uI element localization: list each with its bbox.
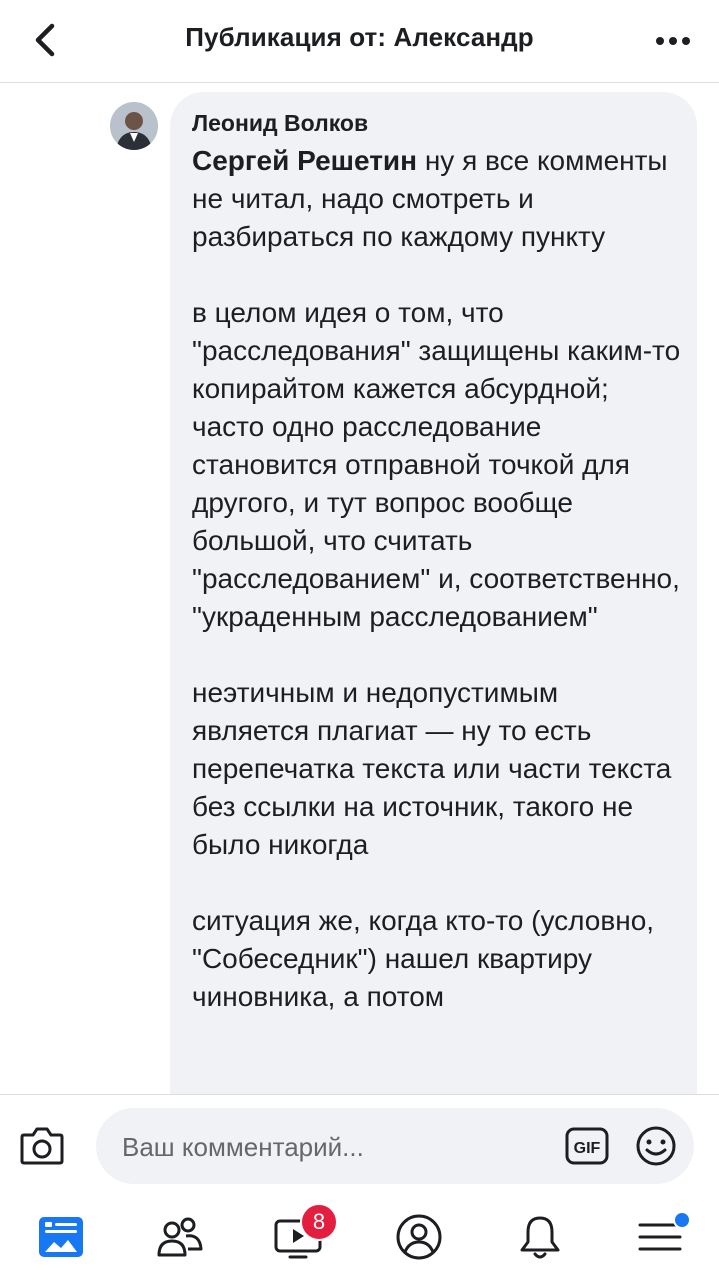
comment-paragraph: ситуация же, когда кто-то (условно, "Соб… — [192, 905, 655, 1012]
smiley-icon — [636, 1126, 676, 1166]
camera-icon — [20, 1127, 64, 1165]
emoji-button[interactable] — [634, 1124, 678, 1168]
avatar[interactable] — [110, 102, 158, 150]
gif-label: GIF — [574, 1140, 601, 1157]
nav-notifications[interactable] — [512, 1209, 568, 1265]
news-feed-icon — [39, 1217, 83, 1257]
comment-text: Сергей Решетин ну я все комменты не чита… — [192, 142, 682, 1054]
bottom-navigation: 8 — [0, 1195, 719, 1280]
camera-button[interactable] — [18, 1123, 66, 1167]
more-options-button[interactable] — [651, 26, 695, 56]
comment-paragraph: Сергей Решетин ну я все комменты не чита… — [192, 142, 682, 256]
gif-button[interactable]: GIF — [564, 1124, 610, 1168]
gif-icon: GIF — [565, 1127, 609, 1165]
comment-composer: GIF — [0, 1094, 719, 1196]
mention-link[interactable]: Сергей Решетин — [192, 145, 417, 176]
chevron-left-icon — [35, 23, 55, 57]
back-button[interactable] — [26, 18, 66, 62]
friends-icon — [157, 1217, 203, 1257]
nav-news-feed[interactable] — [33, 1209, 89, 1265]
nav-friends[interactable] — [152, 1209, 208, 1265]
comment-input-wrapper: GIF — [96, 1108, 694, 1184]
comment-bubble: Леонид Волков Сергей Решетин ну я все ко… — [170, 92, 697, 1192]
profile-icon — [396, 1214, 442, 1260]
page-title: Публикация от: Александр — [185, 22, 534, 52]
more-horizontal-icon — [656, 37, 690, 45]
comment-author[interactable]: Леонид Волков — [192, 110, 368, 137]
comment-paragraph: неэтичным и недопустимым является плагиа… — [192, 677, 672, 860]
top-bar: Публикация от: Александр — [0, 0, 719, 83]
bell-icon — [520, 1216, 560, 1259]
notification-badge: 8 — [300, 1203, 338, 1241]
comment-input[interactable] — [120, 1126, 544, 1168]
nav-profile[interactable] — [391, 1209, 447, 1265]
comment-paragraph: в целом идея о том, что "расследования" … — [192, 297, 681, 632]
menu-notification-dot — [673, 1211, 691, 1229]
user-photo-icon — [110, 102, 158, 150]
